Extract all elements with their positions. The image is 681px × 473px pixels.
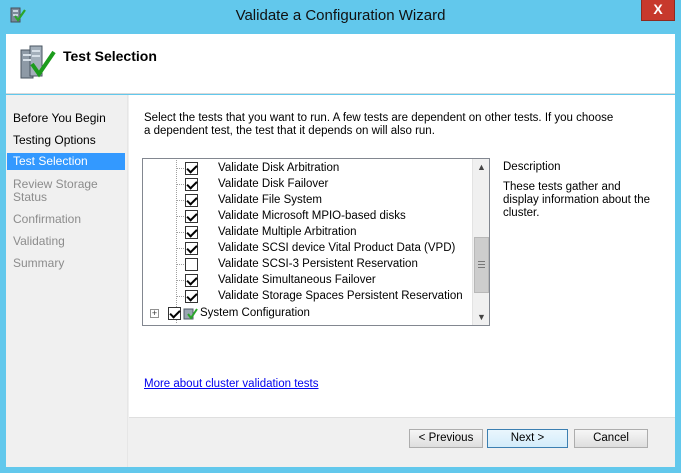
test-checkbox[interactable] [185,258,198,271]
nav-step-validating: Validating [13,234,65,248]
close-icon: X [653,1,663,17]
scroll-up-icon[interactable]: ▲ [474,159,489,175]
test-tree[interactable]: Validate Disk Arbitration Validate Disk … [142,158,490,326]
tree-item[interactable]: Validate Disk Arbitration [143,160,473,176]
tree-item[interactable]: Validate Multiple Arbitration [143,224,473,240]
test-category-icon [183,308,198,320]
nav-step-review-storage-status: Review Storage Status [13,177,98,204]
test-label: Validate Disk Arbitration [218,162,340,174]
instructions-text: Select the tests that you want to run. A… [144,112,614,137]
test-label: Validate SCSI-3 Persistent Reservation [218,258,418,270]
nav-step-before-you-begin[interactable]: Before You Begin [7,112,125,125]
test-label: Validate SCSI device Vital Product Data … [218,242,456,254]
test-checkbox[interactable] [185,274,198,287]
title-bar[interactable]: Validate a Configuration Wizard X [0,0,681,34]
test-label: Validate Microsoft MPIO-based disks [218,210,406,222]
nav-step-confirmation: Confirmation [13,212,82,226]
wizard-body: Before You Begin Testing Options Test Se… [6,95,675,467]
cancel-button[interactable]: Cancel [574,429,648,448]
cluster-validate-icon [20,45,56,79]
test-label: Validate Storage Spaces Persistent Reser… [218,290,463,302]
test-checkbox[interactable] [185,242,198,255]
description-text: These tests gather and display informati… [503,181,651,219]
wizard-header: Test Selection [6,34,675,94]
nav-step-testing-options[interactable]: Testing Options [7,134,125,147]
test-checkbox[interactable] [185,178,198,191]
more-info-link[interactable]: More about cluster validation tests [144,378,319,390]
expand-icon[interactable]: + [150,309,159,318]
close-button[interactable]: X [641,0,675,21]
tree-item[interactable]: Validate Simultaneous Failover [143,272,473,288]
nav-step-summary: Summary [13,256,65,270]
test-checkbox[interactable] [185,290,198,303]
nav-step-test-selection[interactable]: Test Selection [7,153,125,170]
window-frame: Validate a Configuration Wizard X Test S… [0,0,681,473]
tree-scrollbar[interactable]: ▲ ▼ [472,159,489,325]
previous-button[interactable]: < Previous [409,429,483,448]
next-button[interactable]: Next > [487,429,568,448]
wizard-steps-nav: Before You Begin Testing Options Test Se… [6,95,128,467]
tree-item-system-configuration[interactable]: + System Configuration [143,305,473,321]
test-label: Validate File System [218,194,322,206]
system-configuration-label: System Configuration [200,307,310,319]
scroll-down-icon[interactable]: ▼ [474,309,489,325]
tree-item[interactable]: Validate Disk Failover [143,176,473,192]
test-label: Validate Simultaneous Failover [218,274,376,286]
test-label: Validate Disk Failover [218,178,329,190]
window-title: Validate a Configuration Wizard [235,7,446,24]
test-checkbox[interactable] [185,194,198,207]
main-panel: Select the tests that you want to run. A… [129,95,675,417]
tree-item[interactable]: Validate SCSI device Vital Product Data … [143,240,473,256]
tree-item[interactable]: Validate Microsoft MPIO-based disks [143,208,473,224]
test-label: Validate Multiple Arbitration [218,226,357,238]
scroll-thumb[interactable] [474,237,489,293]
description-heading: Description [503,161,561,173]
grip-icon [478,261,485,268]
page-title: Test Selection [63,48,157,64]
system-configuration-checkbox[interactable] [168,307,181,320]
test-checkbox[interactable] [185,162,198,175]
tree-item[interactable]: Validate SCSI-3 Persistent Reservation [143,256,473,272]
tree-item[interactable]: Validate Storage Spaces Persistent Reser… [143,288,473,304]
test-checkbox[interactable] [185,210,198,223]
test-checkbox[interactable] [185,226,198,239]
wizard-footer: < Previous Next > Cancel [129,417,675,467]
tree-item[interactable]: Validate File System [143,192,473,208]
